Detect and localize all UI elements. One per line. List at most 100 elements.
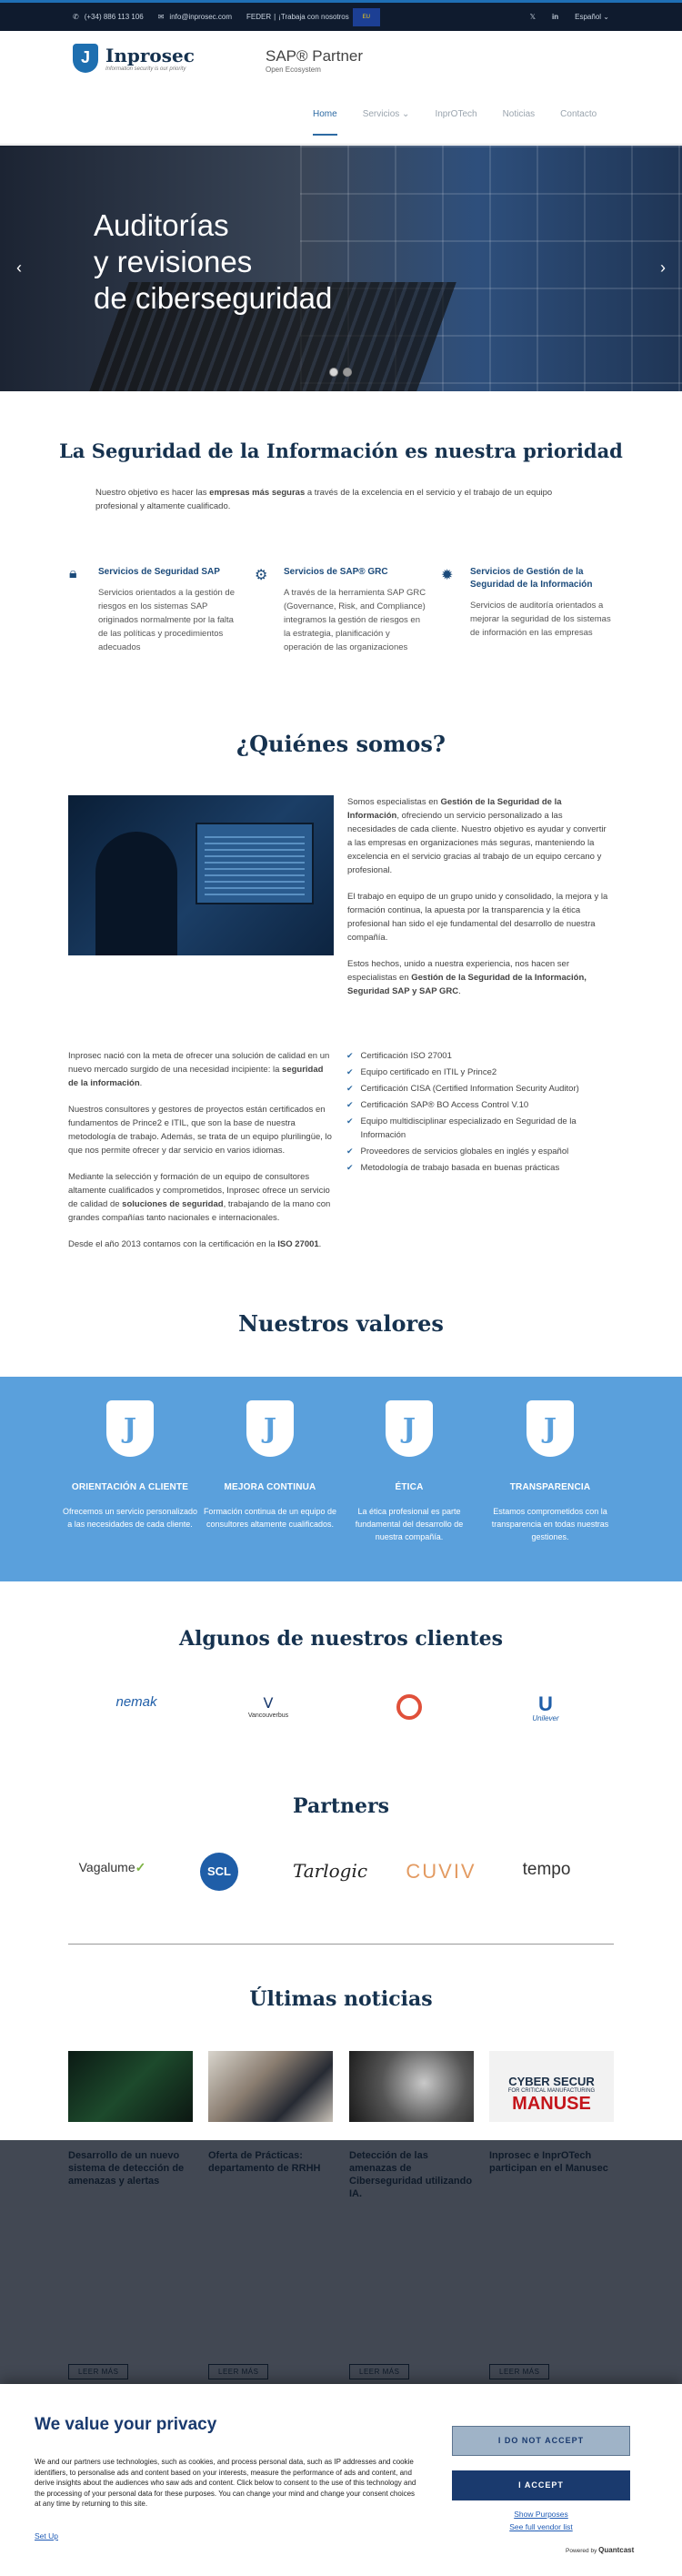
read-more-button[interactable]: LEER MÁS [349,2364,410,2379]
phone-text: (+34) 886 113 106 [84,13,144,21]
shield-icon: J [106,1400,154,1457]
sap-partner-subtitle: Open Ecosystem [266,66,321,74]
service-title[interactable]: Servicios de SAP® GRC [284,566,427,579]
partner-logo-scl: SCL [200,1853,238,1891]
client-logo-nemak: nemak [115,1694,157,1710]
lock-icon: 🔒︎ [69,566,77,581]
check-icon: ✔ [346,1116,354,1126]
language-label: Español [575,13,602,21]
about-title: ¿Quiénes somos? [236,731,446,757]
news-card[interactable]: CYBER SECUR FOR CRITICAL MANUFACTURING MAN… [489,2051,614,2122]
decline-button[interactable]: I DO NOT ACCEPT [452,2426,630,2456]
phone-contact[interactable]: ✆ (+34) 886 113 106 [73,13,144,21]
priority-intro: Nuestro objetivo es hacer las empresas m… [95,486,568,513]
partner-logo-cuviv: CUVIV [406,1860,476,1883]
divider [68,1944,614,1945]
news-title-text[interactable]: Detección de las amenazas de Ciberseguri… [349,2149,474,2200]
client-logo-vancouver: Ⅴ Vancouverbus [232,1694,305,1719]
slider-prev-icon[interactable]: ‹ [16,258,22,278]
show-purposes-link[interactable]: Show Purposes [452,2510,630,2519]
slider-dot-1[interactable] [329,368,338,377]
check-icon: ✔ [346,1051,354,1060]
eu-flag-logo: EU [352,7,380,26]
gears-icon: ⚙ [255,568,268,583]
shield-icon: J [246,1400,294,1457]
read-more-button[interactable]: LEER MÁS [208,2364,269,2379]
news-card[interactable] [349,2051,474,2122]
clients-title: Algunos de nuestros clientes [178,1627,504,1651]
service-title[interactable]: Servicios de Gestión de la Seguridad de … [470,566,614,591]
news-image: CYBER SECUR FOR CRITICAL MANUFACTURING MAN… [489,2051,614,2122]
nav-home[interactable]: Home [313,109,337,136]
nav-servicios[interactable]: Servicios ⌄ [363,109,410,136]
cookie-consent-banner: We value your privacy We and our partner… [0,2384,682,2576]
vendor-list-link[interactable]: See full vendor list [452,2522,630,2531]
text: . [139,1078,143,1088]
news-title-text[interactable]: Desarrollo de un nuevo sistema de detecc… [68,2149,193,2187]
jobs-link[interactable]: ¡Trabaja con nosotros [278,13,349,21]
language-selector[interactable]: Español ⌄ [575,13,609,21]
list-item: ✔ Certificación CISA (Certified Informati… [346,1082,619,1096]
values-title: Nuestros valores [238,1310,444,1337]
service-title[interactable]: Servicios de Seguridad SAP [98,566,242,579]
accept-button[interactable]: I ACCEPT [452,2470,630,2500]
about-paragraph: El trabajo en equipo de un grupo unido y… [347,892,608,943]
email-contact[interactable]: ✉ info@inprosec.com [158,13,232,21]
powered-text: Powered by [566,2548,597,2554]
setup-link[interactable]: Set Up [35,2531,58,2541]
client-name: Unilever [532,1714,559,1722]
linkedin-icon[interactable]: in [552,13,558,21]
client-logo-ring [391,1694,427,1720]
nav-contacto[interactable]: Contacto [560,109,597,136]
hero-title-line-1: Auditorías [94,208,229,242]
news-title-text[interactable]: Oferta de Prácticas: departamento de RRH… [208,2149,333,2175]
service-card: ⚙ Servicios de SAP® GRC A través de la h… [255,566,427,654]
list-item-text: Equipo multidisciplinar especializado en… [360,1116,577,1140]
list-item: ✔ Certificación SAP® BO Access Control V.… [346,1098,619,1112]
shield-logo-icon: J [73,44,98,73]
read-more-button[interactable]: LEER MÁS [68,2364,129,2379]
partner-logo-tempo: tempo [522,1860,571,1879]
ring-logo-icon [396,1694,422,1720]
feder-link[interactable]: FEDER | ¡Trabaja con nosotros EU [246,7,380,26]
bold-text: ISO 27001 [277,1239,319,1249]
priority-title: La Seguridad de la Información es nuestr… [59,439,623,462]
client-logo-unilever: U Unilever [518,1694,573,1723]
list-item-text: Certificación ISO 27001 [360,1051,452,1061]
service-card: ✹ Servicios de Gestión de la Seguridad d… [441,566,614,640]
list-item-text: Certificación CISA (Certified Informatio… [360,1084,579,1094]
nav-inprotech[interactable]: InprOTech [435,109,476,136]
read-more-button[interactable]: LEER MÁS [489,2364,550,2379]
list-item: ✔ Metodología de trabajo basada en buenas… [346,1161,619,1175]
top-bar: ✆ (+34) 886 113 106 ✉ info@inprosec.com FE… [0,0,682,31]
list-item: ✔ Equipo certificado en ITIL y Prince2 [346,1066,619,1079]
list-item-text: Proveedores de servicios globales en ing… [360,1147,569,1157]
value-text: Formación continua de un equipo de consu… [203,1507,337,1529]
text: Somos especialistas en [347,797,441,807]
main-nav: Home Servicios ⌄ InprOTech Noticias Cont… [313,109,597,136]
person-silhouette [95,832,177,955]
brand-logo[interactable]: J Inprosec Information security is our p… [73,44,195,73]
twitter-icon[interactable]: 𝕏 [530,13,536,21]
service-card: 🔒︎ Servicios de Seguridad SAP Servicios … [69,566,242,654]
v-check-icon: ✓ [135,1860,146,1874]
slider-next-icon[interactable]: › [660,258,666,278]
value-text: Estamos comprometidos con la transparenc… [491,1507,609,1541]
chevron-down-icon: ⌄ [603,13,609,21]
about-right-text: Somos especialistas en Gestión de la Seg… [347,795,611,998]
nav-noticias[interactable]: Noticias [503,109,536,136]
slider-dots [329,368,352,377]
manusec-text: MANUSE [512,2094,591,2114]
chevron-down-icon: ⌄ [402,109,410,119]
manusec-text: CYBER SECUR [508,2075,595,2088]
intro-bold: empresas más seguras [209,488,306,498]
news-title-text[interactable]: Inprosec e InprOTech participan en el Ma… [489,2149,614,2175]
slider-dot-2[interactable] [343,368,352,377]
text: Desde el año 2013 contamos con la certif… [68,1239,278,1249]
hero-title: Auditorías y revisiones de cibersegurida… [94,207,332,317]
news-card[interactable] [68,2051,193,2122]
check-icon: ✔ [346,1147,354,1156]
check-icon: ✔ [346,1100,354,1109]
news-card[interactable] [208,2051,333,2122]
news-image [349,2051,474,2122]
